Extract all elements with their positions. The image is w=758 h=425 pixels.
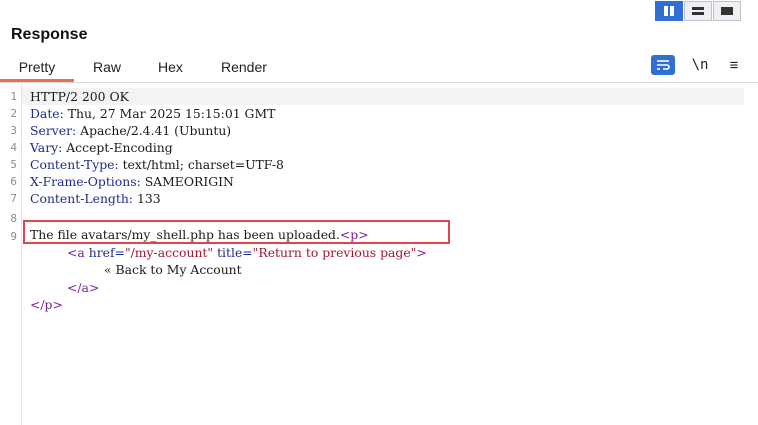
- header-name: X-Frame-Options:: [30, 174, 141, 189]
- response-editor[interactable]: 1 2 3 4 5 6 7 8 9 HTTP/2 200 OK Date: Th…: [0, 84, 758, 425]
- annotation-highlight-box: [23, 220, 450, 244]
- tab-hex[interactable]: Hex: [158, 58, 183, 82]
- show-newlines-button[interactable]: \n: [690, 55, 710, 75]
- line-number: 1: [10, 90, 17, 103]
- code-line: Vary: Accept-Encoding: [30, 139, 173, 156]
- code-line: « Back to My Account: [104, 261, 242, 278]
- attribute-value: "/my-account": [124, 245, 214, 260]
- word-wrap-button[interactable]: [651, 55, 675, 75]
- code-line: </a>: [67, 279, 99, 296]
- code-line: Server: Apache/2.4.41 (Ubuntu): [30, 122, 231, 139]
- line-number: 9: [10, 230, 17, 243]
- tab-raw[interactable]: Raw: [93, 58, 121, 82]
- line-number: 6: [10, 175, 17, 188]
- html-attribute: title=: [213, 245, 253, 260]
- tab-render[interactable]: Render: [221, 58, 267, 82]
- single-pane-view-button[interactable]: [713, 1, 741, 21]
- line-number: 5: [10, 158, 17, 171]
- rows-icon: [692, 7, 704, 15]
- code-line: </p>: [30, 296, 63, 313]
- html-tag: </p>: [30, 297, 63, 312]
- split-vertical-view-button[interactable]: [655, 1, 683, 21]
- line-number: 7: [10, 192, 17, 205]
- status-line: HTTP/2 200 OK: [30, 89, 129, 104]
- view-mode-toggle: [655, 1, 741, 21]
- header-value: Accept-Encoding: [62, 140, 173, 155]
- header-name: Server:: [30, 123, 77, 138]
- line-number: 3: [10, 124, 17, 137]
- header-value: Thu, 27 Mar 2025 15:15:01 GMT: [63, 106, 276, 121]
- header-value: 133: [133, 191, 161, 206]
- code-line: HTTP/2 200 OK: [30, 88, 129, 105]
- header-value: text/html; charset=UTF-8: [118, 157, 284, 172]
- html-tag: <a: [67, 245, 85, 260]
- code-line: Content-Length: 133: [30, 190, 161, 207]
- panel-title: Response: [11, 26, 88, 43]
- current-line-highlight: [22, 88, 744, 105]
- columns-icon: [664, 6, 674, 16]
- hamburger-menu-icon[interactable]: ≡: [725, 55, 743, 75]
- split-horizontal-view-button[interactable]: [684, 1, 712, 21]
- line-number-gutter: 1 2 3 4 5 6 7 8 9: [0, 84, 22, 425]
- header-name: Content-Length:: [30, 191, 133, 206]
- code-line: <a href="/my-account" title="Return to p…: [67, 244, 427, 261]
- tab-pretty[interactable]: Pretty: [0, 58, 74, 82]
- header-value: Apache/2.4.41 (Ubuntu): [76, 123, 232, 138]
- body-text: « Back to My Account: [104, 262, 242, 277]
- html-tag: >: [416, 245, 427, 260]
- header-name: Date:: [30, 106, 64, 121]
- line-number: 8: [10, 212, 17, 225]
- code-line: X-Frame-Options: SAMEORIGIN: [30, 173, 234, 190]
- html-attribute: href=: [84, 245, 125, 260]
- code-line: Content-Type: text/html; charset=UTF-8: [30, 156, 284, 173]
- header-name: Vary:: [30, 140, 63, 155]
- line-number: 2: [10, 107, 17, 120]
- header-name: Content-Type:: [30, 157, 119, 172]
- tab-bar: Pretty Raw Hex Render: [0, 58, 758, 83]
- word-wrap-icon: [657, 60, 670, 70]
- html-tag: </a>: [67, 280, 100, 295]
- single-pane-icon: [721, 7, 733, 15]
- header-value: SAMEORIGIN: [140, 174, 234, 189]
- attribute-value: "Return to previous page": [252, 245, 417, 260]
- line-number: 4: [10, 141, 17, 154]
- code-line: Date: Thu, 27 Mar 2025 15:15:01 GMT: [30, 105, 275, 122]
